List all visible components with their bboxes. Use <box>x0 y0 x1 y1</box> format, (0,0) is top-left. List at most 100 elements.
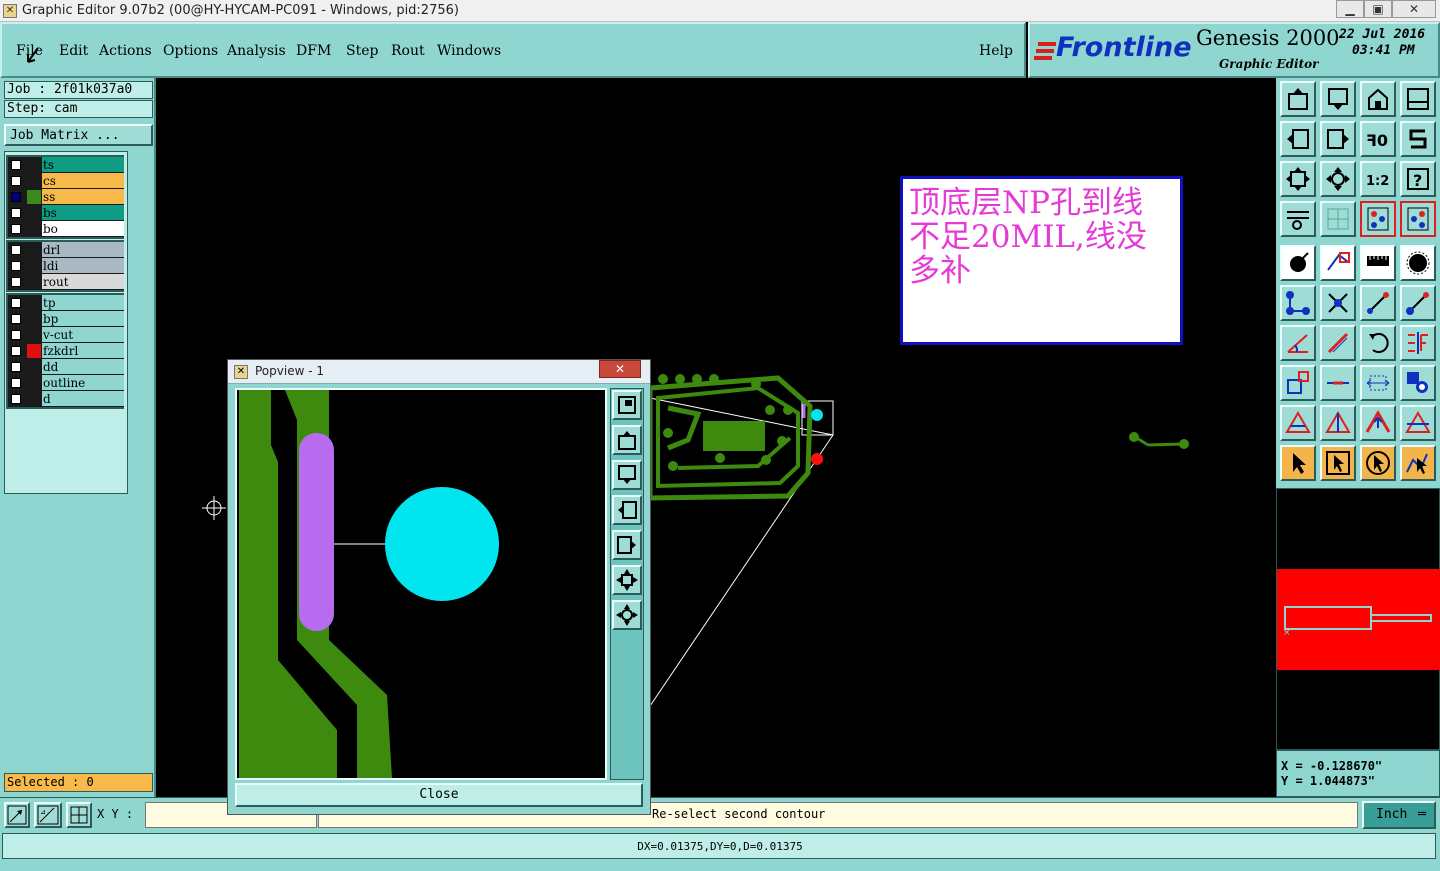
menu-windows[interactable]: Windows <box>437 43 501 59</box>
layer-name[interactable]: bo <box>42 221 124 237</box>
layer-checkbox[interactable] <box>11 245 21 255</box>
layer-checkbox[interactable] <box>11 277 21 287</box>
triangle-edit-button[interactable] <box>1320 405 1356 441</box>
popview-zoom-view[interactable] <box>235 388 607 780</box>
triangle-tool-button[interactable] <box>1280 405 1316 441</box>
layer-checkbox[interactable] <box>11 346 21 356</box>
menu-analysis[interactable]: Analysis <box>227 43 286 59</box>
box-select-button[interactable] <box>1280 365 1316 401</box>
pointer-select-button[interactable] <box>1280 445 1316 481</box>
layer-name[interactable]: bs <box>42 205 124 221</box>
layer-color-swatch[interactable] <box>27 275 41 289</box>
measure-button[interactable]: ⊿ <box>34 802 62 828</box>
layer-color-swatch[interactable] <box>27 259 41 273</box>
line-move-button[interactable] <box>1400 285 1436 321</box>
layer-name[interactable]: v-cut <box>42 327 124 343</box>
close-window-button[interactable]: ✕ <box>1392 0 1436 18</box>
menu-edit[interactable]: Edit <box>59 43 88 59</box>
connect-nodes-button[interactable] <box>1280 285 1316 321</box>
layer-name[interactable]: bp <box>42 311 124 327</box>
menu-actions[interactable]: Actions <box>99 43 152 59</box>
popview-close-icon[interactable]: ✕ <box>599 360 641 378</box>
layer-checkbox[interactable] <box>11 192 21 202</box>
layer-name[interactable]: ss <box>42 189 124 205</box>
layer-color-swatch[interactable] <box>27 174 41 188</box>
layer-name[interactable]: dd <box>42 359 124 375</box>
layer-checkbox[interactable] <box>11 176 21 186</box>
scale-1-2-button[interactable]: 1:2 <box>1360 161 1396 197</box>
grid-button[interactable] <box>1320 201 1356 237</box>
layer-row-outline[interactable]: outline <box>8 375 124 391</box>
layer-row-dd[interactable]: dd <box>8 359 124 375</box>
job-matrix-button[interactable]: Job Matrix ... <box>4 124 153 146</box>
layer-row-d[interactable]: d <box>8 391 124 407</box>
layer-checkbox[interactable] <box>11 160 21 170</box>
popview-pan-right-button[interactable] <box>612 530 642 560</box>
menu-step[interactable]: Step <box>346 43 378 59</box>
trim-line-button[interactable] <box>1320 365 1356 401</box>
popview-zoom-in-button[interactable] <box>612 390 642 420</box>
layer-checkbox[interactable] <box>11 394 21 404</box>
layer-color-swatch[interactable] <box>27 296 41 310</box>
minimize-button[interactable]: ▁ <box>1336 0 1364 18</box>
layer-name[interactable]: tp <box>42 295 124 311</box>
layer-row-bs[interactable]: bs <box>8 205 124 221</box>
slope-button[interactable] <box>1320 325 1356 361</box>
layer-color-swatch[interactable] <box>27 376 41 390</box>
layer-name[interactable]: d <box>42 391 124 407</box>
layer-color-swatch[interactable] <box>27 243 41 257</box>
angle-button[interactable] <box>1280 325 1316 361</box>
measure-tool-button[interactable] <box>1280 201 1316 237</box>
layer-checkbox[interactable] <box>11 330 21 340</box>
add-surface-button[interactable] <box>1320 245 1356 281</box>
snap-button[interactable] <box>1400 121 1436 157</box>
grid-snap-button[interactable] <box>66 802 92 828</box>
layer-checkbox[interactable] <box>11 261 21 271</box>
popview-zoom-center-button[interactable] <box>612 600 642 630</box>
triangle-move-button[interactable] <box>1360 405 1396 441</box>
layer-row-v-cut[interactable]: v-cut <box>8 327 124 343</box>
layer-row-bp[interactable]: bp <box>8 311 124 327</box>
add-pad-button[interactable] <box>1280 245 1316 281</box>
popview-pan-up-button[interactable] <box>612 425 642 455</box>
layer-checkbox[interactable] <box>11 208 21 218</box>
layer-row-ts[interactable]: ts <box>8 157 124 173</box>
overview-panel[interactable]: × <box>1276 488 1440 750</box>
help-query-button[interactable]: ? <box>1400 161 1436 197</box>
window-split-button[interactable] <box>1400 81 1436 117</box>
pointer-path-button[interactable] <box>1400 445 1436 481</box>
layer-name[interactable]: drl <box>42 242 124 258</box>
layer-checkbox[interactable] <box>11 378 21 388</box>
layer-row-drl[interactable]: drl <box>8 242 124 258</box>
menu-options[interactable]: Options <box>163 43 218 59</box>
menu-dfm[interactable]: DFM <box>296 43 331 59</box>
pan-left-button[interactable] <box>1280 121 1316 157</box>
pointer-box-button[interactable] <box>1320 445 1356 481</box>
home-button[interactable] <box>1360 81 1396 117</box>
popview-zoom-fit-button[interactable] <box>612 565 642 595</box>
triangle-fill-button[interactable] <box>1400 405 1436 441</box>
layer-color-swatch[interactable] <box>27 190 41 204</box>
layer-color-swatch[interactable] <box>27 222 41 236</box>
add-circle-button[interactable] <box>1400 245 1436 281</box>
flip-button[interactable]: ꟻ0 <box>1360 121 1396 157</box>
units-selector[interactable]: Inch ═ <box>1362 801 1436 829</box>
delete-node-button[interactable] <box>1320 285 1356 321</box>
display-features-button[interactable] <box>1400 201 1436 237</box>
popview-pan-left-button[interactable] <box>612 495 642 525</box>
pan-right-button[interactable] <box>1320 121 1356 157</box>
layer-checkbox[interactable] <box>11 314 21 324</box>
layer-color-swatch[interactable] <box>27 360 41 374</box>
layer-row-fzkdrl[interactable]: fzkdrl <box>8 343 124 359</box>
layer-row-ldi[interactable]: ldi <box>8 258 124 274</box>
stretch-button[interactable] <box>1360 365 1396 401</box>
pointer-circle-button[interactable] <box>1360 445 1396 481</box>
popview-close-button[interactable]: Close <box>235 783 643 807</box>
layer-row-rout[interactable]: rout <box>8 274 124 290</box>
mirror-button[interactable] <box>1400 325 1436 361</box>
popview-pan-down-button[interactable] <box>612 460 642 490</box>
line-segment-button[interactable] <box>1360 285 1396 321</box>
layer-color-swatch[interactable] <box>27 344 41 358</box>
zoom-area-button[interactable] <box>4 802 30 828</box>
layer-name[interactable]: cs <box>42 173 124 189</box>
